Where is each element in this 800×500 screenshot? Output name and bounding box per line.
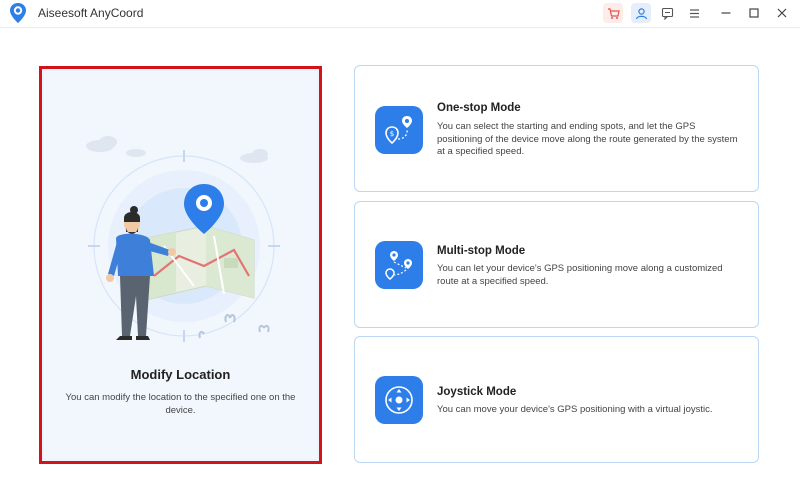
minimize-button[interactable] xyxy=(716,3,736,23)
modify-location-card[interactable]: Modify Location You can modify the locat… xyxy=(39,66,322,464)
maximize-button[interactable] xyxy=(744,3,764,23)
svg-text:$: $ xyxy=(390,130,394,138)
modify-location-description: You can modify the location to the speci… xyxy=(65,392,296,416)
multi-stop-mode-description: You can let your device's GPS positionin… xyxy=(437,263,723,287)
feedback-icon xyxy=(661,7,673,20)
feedback-button[interactable] xyxy=(657,3,677,23)
joystick-icon xyxy=(375,376,423,424)
joystick-mode-card[interactable]: Joystick Mode You can move your device's… xyxy=(354,336,759,463)
title-divider xyxy=(0,27,800,28)
modify-location-title: Modify Location xyxy=(130,367,231,382)
menu-icon xyxy=(689,8,699,18)
multi-pin-route-icon xyxy=(375,241,423,289)
maximize-icon xyxy=(749,8,759,18)
one-stop-mode-title: One-stop Mode xyxy=(437,102,521,114)
joystick-mode-title: Joystick Mode xyxy=(437,386,517,398)
app-title: Aiseesoft AnyCoord xyxy=(38,6,144,20)
joystick-mode-description: You can move your device's GPS positioni… xyxy=(437,404,713,415)
cart-button[interactable] xyxy=(603,3,623,23)
modify-location-card-body: Modify Location You can modify the locat… xyxy=(44,71,317,459)
close-icon xyxy=(777,8,787,18)
minimize-icon xyxy=(721,12,731,14)
one-stop-mode-description: You can select the starting and ending s… xyxy=(437,121,738,157)
multi-stop-mode-card[interactable]: Multi-stop Mode You can let your device'… xyxy=(354,201,759,328)
user-icon xyxy=(635,7,647,19)
user-button[interactable] xyxy=(631,3,651,23)
route-pin-icon: $ xyxy=(375,106,423,154)
title-bar: Aiseesoft AnyCoord xyxy=(0,0,800,26)
app-logo-icon xyxy=(10,3,26,23)
multi-stop-mode-title: Multi-stop Mode xyxy=(437,245,526,257)
one-stop-mode-card[interactable]: $ One-stop Mode You can select the start… xyxy=(354,65,759,192)
menu-button[interactable] xyxy=(684,3,704,23)
cart-icon xyxy=(607,7,620,19)
close-button[interactable] xyxy=(772,3,792,23)
modify-location-illustration xyxy=(86,136,280,342)
